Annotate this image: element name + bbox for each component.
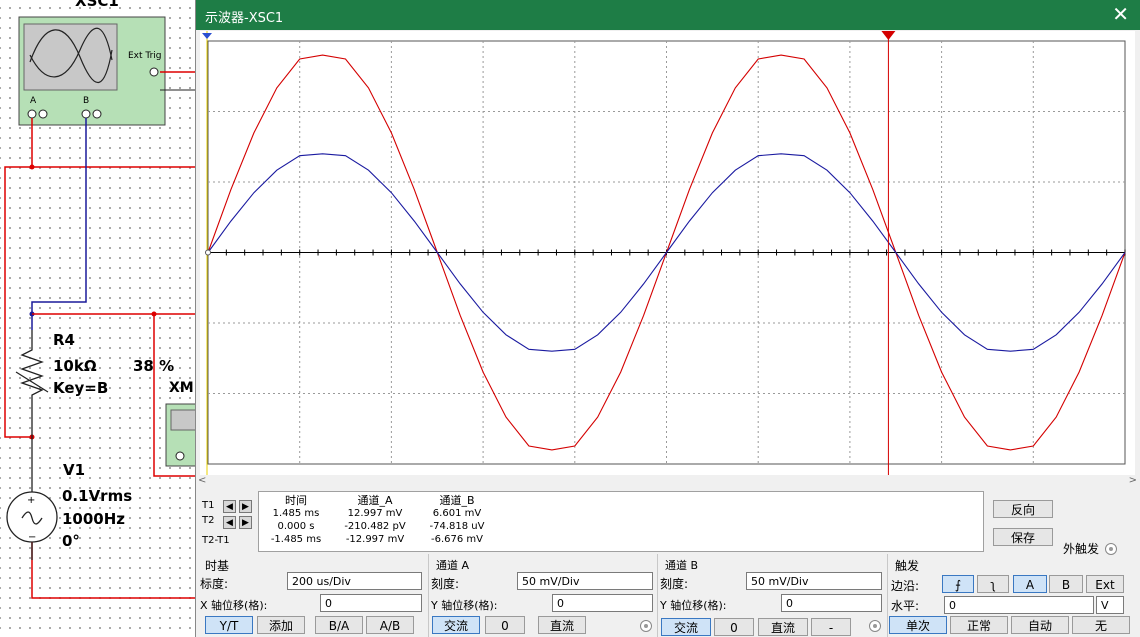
t2-left-arrow-icon[interactable]: ◀ bbox=[223, 516, 236, 529]
readout-header-chb: 通道_B bbox=[439, 494, 475, 507]
trigger-source-ext-button[interactable]: Ext bbox=[1086, 575, 1124, 593]
readout-cell: -74.818 uV bbox=[429, 521, 485, 532]
channel-b-ypos-label: Y 轴位移(格): bbox=[660, 599, 727, 612]
source-frequency: 1000Hz bbox=[62, 510, 126, 528]
yt-mode-button[interactable]: Y/T bbox=[205, 616, 253, 634]
t1-label: T1 bbox=[202, 500, 215, 511]
readout-cell: -210.482 pV bbox=[344, 521, 406, 532]
channel-b-scale-label: 刻度: bbox=[660, 577, 689, 591]
channel-b-dc-button[interactable]: 直流 bbox=[758, 618, 808, 636]
channel-a-scale-label: 刻度: bbox=[431, 577, 460, 591]
resistor-value: 10kΩ bbox=[53, 357, 97, 375]
trigger-title: 触发 bbox=[895, 559, 920, 573]
horizontal-scrollbar[interactable]: < > bbox=[196, 475, 1140, 489]
channel-b-group: 通道 B 刻度: 50 mV/Div Y 轴位移(格): 0 交流 0 直流 - bbox=[657, 554, 888, 637]
window-title: 示波器-XSC1 bbox=[205, 11, 284, 26]
scope-plot bbox=[202, 31, 1126, 475]
channel-a-zero-button[interactable]: 0 bbox=[485, 616, 525, 634]
timebase-scale-label: 标度: bbox=[200, 577, 229, 591]
close-icon[interactable]: ✕ bbox=[1112, 3, 1129, 25]
save-button[interactable]: 保存 bbox=[993, 528, 1053, 546]
scroll-left-icon[interactable]: < bbox=[198, 475, 206, 486]
terminal-a-label: A bbox=[30, 96, 37, 106]
ext-trig-label: Ext Trig bbox=[128, 51, 162, 61]
cursor-t2-marker-icon bbox=[202, 33, 212, 39]
resistor-percent: 38 % bbox=[133, 357, 175, 375]
channel-a-ypos-field[interactable]: 0 bbox=[552, 594, 653, 612]
channel-a-scale-field[interactable]: 50 mV/Div bbox=[517, 572, 653, 590]
channel-a-title: 通道 A bbox=[436, 559, 470, 572]
readout-cell: -12.997 mV bbox=[345, 534, 405, 545]
trigger-source-b-button[interactable]: B bbox=[1049, 575, 1083, 593]
source-amplitude: 0.1Vrms bbox=[62, 487, 133, 505]
none-mode-button[interactable]: 无 bbox=[1072, 616, 1130, 634]
channel-a-dc-button[interactable]: 直流 bbox=[538, 616, 586, 634]
readout-cell: -6.676 mV bbox=[431, 534, 483, 545]
source-phase: 0° bbox=[62, 532, 80, 550]
auto-mode-button[interactable]: 自动 bbox=[1011, 616, 1069, 634]
readout-cell: -1.485 ms bbox=[270, 534, 322, 545]
channel-a-radio[interactable] bbox=[640, 620, 652, 632]
trigger-source-a-button[interactable]: A bbox=[1013, 575, 1047, 593]
readout-col-time: 时间 1.485 ms 0.000 s -1.485 ms bbox=[261, 494, 331, 546]
channel-b-zero-button[interactable]: 0 bbox=[714, 618, 754, 636]
t1-left-arrow-icon[interactable]: ◀ bbox=[223, 500, 236, 513]
resistor-name: R4 bbox=[53, 331, 75, 349]
trigger-level-field[interactable]: 0 bbox=[944, 596, 1094, 614]
scroll-right-icon[interactable]: > bbox=[1129, 475, 1137, 486]
rising-edge-button[interactable]: ⨍ bbox=[942, 575, 974, 593]
add-mode-button[interactable]: 添加 bbox=[257, 616, 305, 634]
channel-b-radio[interactable] bbox=[869, 620, 881, 632]
readout-header-time: 时间 bbox=[285, 494, 307, 507]
resistor-key: Key=B bbox=[53, 379, 109, 397]
schematic-canvas[interactable]: + − XSC1 Ext Trig A B R4 10kΩ 38 % Key=B… bbox=[0, 0, 200, 637]
timebase-scale-field[interactable]: 200 us/Div bbox=[287, 572, 422, 590]
channel-b-scale-field[interactable]: 50 mV/Div bbox=[746, 572, 882, 590]
svg-text:+: + bbox=[27, 495, 35, 506]
trigger-edge-label: 边沿: bbox=[891, 579, 920, 593]
channel-b-ypos-field[interactable]: 0 bbox=[781, 594, 882, 612]
falling-edge-button[interactable]: ʅ bbox=[977, 575, 1009, 593]
reverse-button[interactable]: 反向 bbox=[993, 500, 1053, 518]
scope-screen[interactable] bbox=[200, 31, 1135, 475]
ba-mode-button[interactable]: B/A bbox=[315, 616, 363, 634]
trigger-level-label: 水平: bbox=[891, 599, 920, 613]
x-position-field[interactable]: 0 bbox=[320, 594, 422, 612]
channel-a-group: 通道 A 刻度: 50 mV/Div Y 轴位移(格): 0 交流 0 直流 bbox=[428, 554, 658, 637]
timebase-title: 时基 bbox=[205, 559, 230, 573]
channel-b-title: 通道 B bbox=[665, 559, 699, 572]
cursor-readout-table: 时间 1.485 ms 0.000 s -1.485 ms 通道_A 12.99… bbox=[258, 491, 984, 552]
normal-mode-button[interactable]: 正常 bbox=[950, 616, 1008, 634]
window-titlebar[interactable]: 示波器-XSC1 ✕ bbox=[196, 0, 1140, 30]
scope-ref-label: XSC1 bbox=[75, 0, 119, 10]
readout-col-chb: 通道_B 6.601 mV -74.818 uV -6.676 mV bbox=[417, 494, 497, 546]
trigger-level-unit[interactable]: V bbox=[1096, 596, 1124, 614]
readout-header-cha: 通道_A bbox=[357, 494, 393, 507]
channel-a-ac-button[interactable]: 交流 bbox=[432, 616, 480, 634]
channel-b-invert-button[interactable]: - bbox=[811, 618, 851, 636]
trigger-group: 触发 边沿: ⨍ ʅ A B Ext 水平: 0 V 单次 正常 自动 无 bbox=[887, 554, 1140, 637]
source-name: V1 bbox=[63, 461, 86, 479]
readout-cell: 6.601 mV bbox=[432, 508, 482, 519]
readout-cell: 0.000 s bbox=[277, 521, 315, 532]
cursor-t1-marker-icon bbox=[881, 31, 896, 40]
timebase-group: 时基 标度: 200 us/Div X 轴位移(格): 0 Y/T 添加 B/A… bbox=[196, 554, 429, 637]
readout-cell: 12.997 mV bbox=[347, 508, 403, 519]
x-position-label: X 轴位移(格): bbox=[200, 599, 268, 612]
readout-col-cha: 通道_A 12.997 mV -210.482 pV -12.997 mV bbox=[335, 494, 415, 546]
readout-cell: 1.485 ms bbox=[272, 508, 320, 519]
t2-label: T2 bbox=[202, 515, 215, 526]
t2-t1-label: T2-T1 bbox=[202, 535, 230, 546]
oscilloscope-window[interactable]: 示波器-XSC1 ✕ < > T1 T2 T2-T1 ◀ ▶ ◀ ▶ 时间 1.… bbox=[195, 0, 1140, 637]
channel-b-ac-button[interactable]: 交流 bbox=[661, 618, 711, 636]
t2-right-arrow-icon[interactable]: ▶ bbox=[239, 516, 252, 529]
origin-marker bbox=[205, 249, 211, 256]
terminal-b-label: B bbox=[83, 96, 90, 106]
svg-text:−: − bbox=[28, 532, 36, 543]
channel-a-ypos-label: Y 轴位移(格): bbox=[431, 599, 498, 612]
t1-right-arrow-icon[interactable]: ▶ bbox=[239, 500, 252, 513]
single-mode-button[interactable]: 单次 bbox=[889, 616, 947, 634]
ab-mode-button[interactable]: A/B bbox=[366, 616, 414, 634]
multimeter-ref-label: XM bbox=[169, 380, 194, 396]
